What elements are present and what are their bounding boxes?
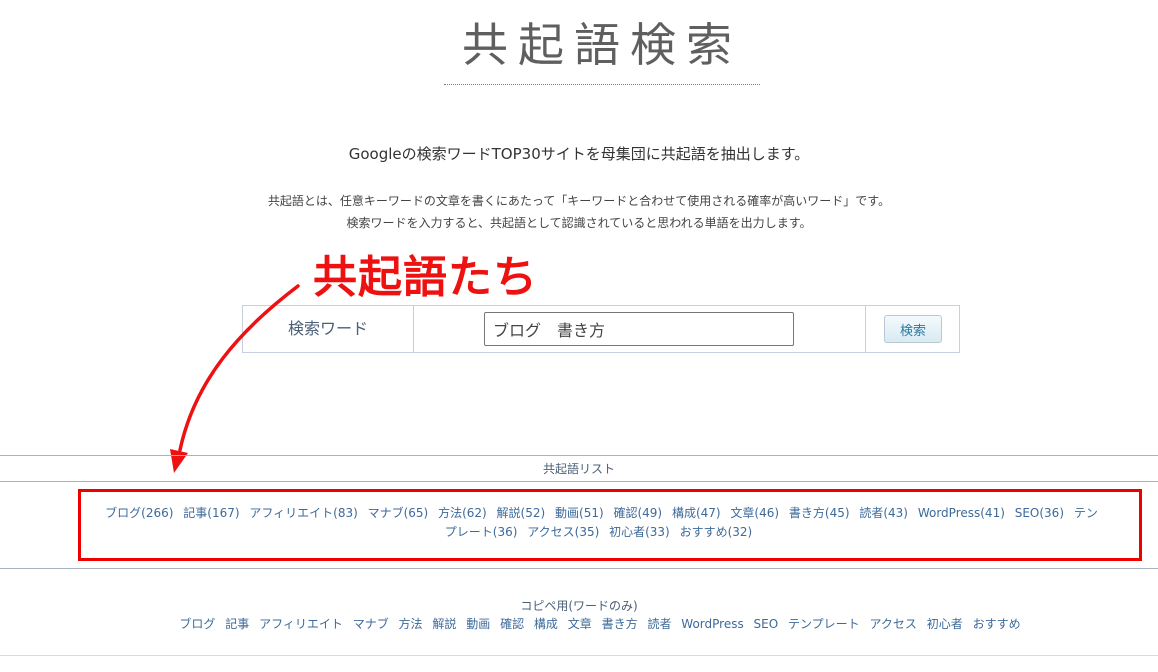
copy-word-list: ブログ 記事 アフィリエイト マナブ 方法 解説 動画 確認 構成 文章 書き方… xyxy=(100,615,1100,632)
search-input[interactable] xyxy=(484,312,794,346)
copy-word: 記事 xyxy=(225,617,250,631)
copy-word: 文章 xyxy=(567,617,592,631)
cooccurrence-list: ブログ(266) 記事(167) アフィリエイト(83) マナブ(65) 方法(… xyxy=(100,504,1100,542)
cooccurrence-word: アクセス(35) xyxy=(527,525,600,539)
copy-word: 解説 xyxy=(432,617,457,631)
divider-bottom xyxy=(0,568,1158,569)
logo-underline xyxy=(444,84,760,85)
copy-word: アクセス xyxy=(869,617,917,631)
copy-word: 方法 xyxy=(398,617,423,631)
search-form: 検索ワード 検索 xyxy=(242,305,960,353)
copy-word: 初心者 xyxy=(926,617,963,631)
copy-title: コピペ用(ワードのみ) xyxy=(520,599,638,613)
copy-word: SEO xyxy=(753,617,779,631)
cooccurrence-word: 解説(52) xyxy=(496,506,546,520)
copy-word: ブログ xyxy=(179,617,216,631)
copy-word: WordPress xyxy=(681,617,744,631)
cooccurrence-word: アフィリエイト(83) xyxy=(249,506,358,520)
cooccurrence-word: マナブ(65) xyxy=(367,506,429,520)
copy-word: おすすめ xyxy=(972,617,1021,631)
cooccurrence-word: 記事(167) xyxy=(183,506,240,520)
cooccurrence-word: 確認(49) xyxy=(613,506,663,520)
search-button-cell: 検索 xyxy=(865,306,960,352)
site-logo[interactable]: 共起語検索 xyxy=(444,10,760,86)
cooccurrence-word: 動画(51) xyxy=(555,506,604,520)
cooccurrence-word: SEO(36) xyxy=(1014,506,1064,520)
copy-word: マナブ xyxy=(352,617,389,631)
cooccurrence-word: 構成(47) xyxy=(671,506,721,520)
copy-word: 動画 xyxy=(466,617,491,631)
search-button[interactable]: 検索 xyxy=(884,315,942,343)
copy-word: 確認 xyxy=(500,617,525,631)
cooccurrence-word: おすすめ(32) xyxy=(679,525,753,539)
cooccurrence-word: 方法(62) xyxy=(438,506,487,520)
cooccurrence-title: 共起語リスト xyxy=(542,462,615,476)
copy-word: アフィリエイト xyxy=(259,617,343,631)
annotation-callout: 共起語たち xyxy=(313,252,538,303)
description-line-2: 検索ワードを入力すると、共起語として認識されていると思われる単語を出力します。 xyxy=(346,216,812,230)
description-line-1: 共起語とは、任意キーワードの文章を書くにあたって「キーワードと合わせて使用される… xyxy=(267,194,891,208)
lead-text: Googleの検索ワードTOP30サイトを母集団に共起語を抽出します。 xyxy=(348,145,810,163)
copy-word: 書き方 xyxy=(601,617,638,631)
divider-title xyxy=(0,481,1158,482)
cooccurrence-word: 書き方(45) xyxy=(788,506,850,520)
copy-word: テンプレート xyxy=(788,617,860,631)
copy-word: 読者 xyxy=(647,617,672,631)
cooccurrence-word: 読者(43) xyxy=(859,506,908,520)
search-label: 検索ワード xyxy=(243,306,414,352)
cooccurrence-word: 文章(46) xyxy=(730,506,780,520)
cooccurrence-word: ブログ(266) xyxy=(105,506,174,520)
copy-word: 構成 xyxy=(533,617,558,631)
cooccurrence-word: WordPress(41) xyxy=(917,506,1005,520)
divider-footer xyxy=(0,655,1158,656)
cooccurrence-word: 初心者(33) xyxy=(609,525,670,539)
divider-top xyxy=(0,455,1158,456)
